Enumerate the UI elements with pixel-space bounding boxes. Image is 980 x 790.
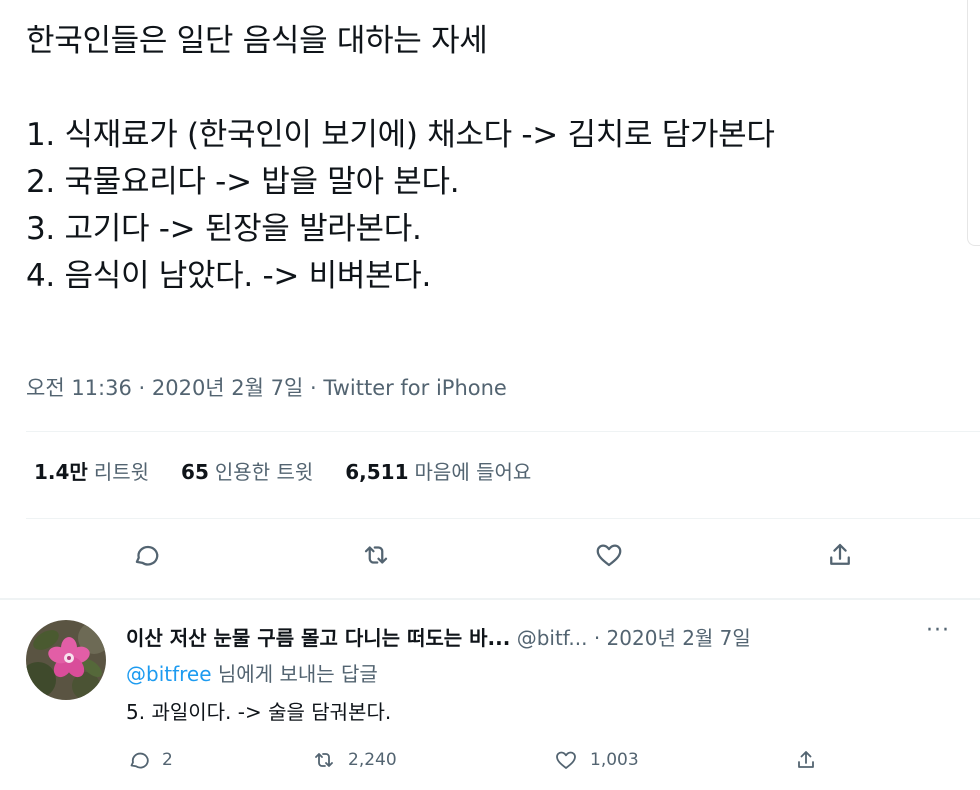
- retweet-button[interactable]: [356, 535, 396, 575]
- likes-label: 마음에 들어요: [414, 460, 532, 484]
- quotes-label: 인용한 트윗: [214, 460, 314, 484]
- reply-date[interactable]: · 2020년 2월 7일: [594, 626, 751, 650]
- tweet-timestamp[interactable]: 오전 11:36 · 2020년 2월 7일 · Twitter for iPh…: [26, 372, 507, 402]
- flower-avatar-image: [26, 620, 106, 700]
- reply-display-name[interactable]: 이산 저산 눈물 구름 몰고 다니는 떠도는 바...: [126, 626, 510, 650]
- like-icon: [596, 544, 622, 567]
- retweets-label: 리트윗: [93, 460, 150, 484]
- mention-link[interactable]: @bitfree: [126, 662, 212, 686]
- retweet-count: 2,240: [348, 750, 397, 770]
- quotes-count: 65: [181, 460, 209, 484]
- reply-header: 이산 저산 눈물 구름 몰고 다니는 떠도는 바... @bitf... · 2…: [126, 622, 751, 651]
- replying-to: @bitfree 님에게 보내는 답글: [126, 658, 378, 687]
- retweets-stat[interactable]: 1.4만 리트윗: [34, 456, 149, 485]
- retweet-icon: [315, 753, 333, 767]
- tweet-text: 한국인들은 일단 음식을 대하는 자세 1. 식재료가 (한국인이 보기에) 채…: [26, 18, 956, 300]
- like-count: 1,003: [590, 750, 639, 770]
- avatar[interactable]: [26, 620, 106, 700]
- replying-to-label: 님에게 보내는 답글: [211, 662, 378, 686]
- reply-button[interactable]: [125, 535, 165, 575]
- share-icon: [830, 543, 850, 565]
- reply-icon: [135, 545, 159, 566]
- likes-stat[interactable]: 6,511 마음에 들어요: [345, 456, 531, 485]
- tweet-line-4: 4. 음식이 남았다. -> 비벼본다.: [26, 258, 432, 294]
- quotes-stat[interactable]: 65 인용한 트윗: [181, 456, 313, 485]
- reply-handle[interactable]: @bitf...: [517, 626, 588, 650]
- likes-count: 6,511: [345, 460, 409, 484]
- reply-icon: [130, 752, 149, 769]
- tweet-line-title: 한국인들은 일단 음식을 대하는 자세: [26, 23, 488, 59]
- tweet-stats: 1.4만 리트윗 65 인용한 트윗 6,511 마음에 들어요: [34, 456, 531, 485]
- like-button[interactable]: [589, 535, 629, 575]
- reply-retweet-button[interactable]: 2,240: [312, 748, 397, 772]
- reply-like-button[interactable]: 1,003: [554, 748, 639, 772]
- scrollbar[interactable]: [967, 0, 980, 246]
- tweet-line-3: 3. 고기다 -> 된장을 발라본다.: [26, 211, 422, 247]
- divider: [26, 431, 980, 432]
- more-options-icon[interactable]: ···: [926, 618, 950, 643]
- divider: [26, 518, 980, 519]
- retweet-icon: [364, 546, 388, 564]
- tweet-actions: [0, 535, 980, 583]
- tweet-line-2: 2. 국물요리다 -> 밥을 말아 본다.: [26, 164, 460, 200]
- retweets-count: 1.4만: [34, 460, 88, 484]
- reply-count: 2: [162, 750, 173, 770]
- like-icon: [556, 751, 576, 769]
- reply-reply-button[interactable]: 2: [126, 748, 173, 772]
- share-icon: [798, 751, 814, 768]
- reply-tweet[interactable]: 이산 저산 눈물 구름 몰고 다니는 떠도는 바... @bitf... · 2…: [0, 600, 980, 790]
- tweet-line-1: 1. 식재료가 (한국인이 보기에) 채소다 -> 김치로 담가본다: [26, 117, 775, 153]
- reply-text: 5. 과일이다. -> 술을 담궈본다.: [126, 700, 392, 724]
- reply-actions: 2 2,240 1,003: [126, 748, 846, 778]
- share-button[interactable]: [820, 535, 860, 575]
- reply-share-button[interactable]: [794, 748, 818, 772]
